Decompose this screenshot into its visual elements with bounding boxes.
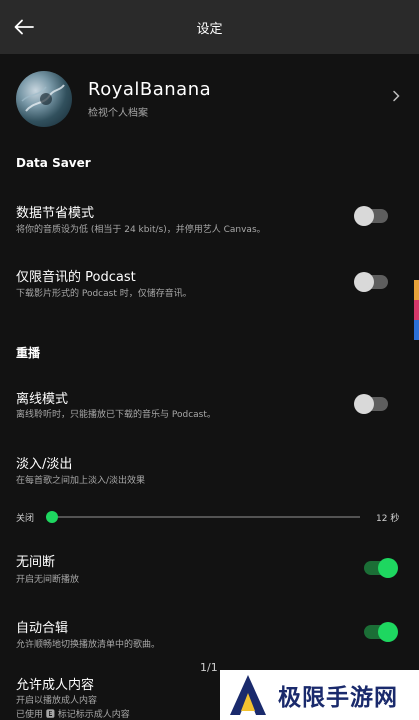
avatar bbox=[16, 71, 72, 127]
crossfade-slider-thumb[interactable] bbox=[46, 511, 58, 523]
audio-only-podcast-title: 仅限音讯的 Podcast bbox=[16, 270, 136, 285]
section-title-data-saver: Data Saver bbox=[16, 156, 91, 170]
offline-mode-toggle[interactable] bbox=[354, 394, 388, 414]
arrow-left-icon bbox=[14, 19, 34, 35]
data-saver-subtitle: 将你的音质设为低 (相当于 24 kbit/s)，并停用艺人 Canvas。 bbox=[16, 225, 266, 235]
back-button[interactable] bbox=[8, 11, 40, 43]
page-indicator: 1/1 bbox=[200, 661, 218, 674]
explicit-title: 允许成人内容 bbox=[16, 678, 95, 693]
section-title-playback: 重播 bbox=[16, 346, 41, 360]
gapless-title: 无间断 bbox=[16, 555, 56, 570]
gapless-subtitle: 开启无间断播放 bbox=[16, 575, 80, 585]
top-bar: 设定 bbox=[0, 0, 419, 54]
gapless-toggle[interactable] bbox=[364, 558, 398, 578]
data-saver-title: 数据节省模式 bbox=[16, 206, 95, 221]
offline-mode-subtitle: 离线聆听时，只能播放已下载的音乐与 Podcast。 bbox=[16, 410, 216, 420]
explicit-subtitle-2: 已使用 🅴 标记标示成人内容 bbox=[16, 710, 130, 720]
data-saver-toggle[interactable] bbox=[354, 206, 388, 226]
crossfade-min-label: 关闭 bbox=[16, 514, 35, 524]
profile-name: RoyalBanana bbox=[88, 79, 212, 100]
explicit-subtitle: 开启以播放成人内容 bbox=[16, 696, 98, 706]
audio-only-podcast-toggle[interactable] bbox=[354, 272, 388, 292]
crossfade-max-label: 12 秒 bbox=[376, 514, 400, 524]
watermark-logo-icon bbox=[230, 675, 266, 715]
audio-only-podcast-subtitle: 下载影片形式的 Podcast 时，仅储存音讯。 bbox=[16, 289, 192, 299]
crossfade-title: 淡入/淡出 bbox=[16, 457, 73, 472]
automix-title: 自动合辑 bbox=[16, 621, 69, 636]
crossfade-slider-track[interactable] bbox=[52, 516, 360, 518]
chevron-right-icon bbox=[393, 90, 400, 102]
automix-subtitle: 允许顺畅地切换播放清单中的歌曲。 bbox=[16, 640, 161, 650]
side-color-strip bbox=[414, 280, 419, 340]
automix-toggle[interactable] bbox=[364, 622, 398, 642]
watermark: 极限手游网 bbox=[220, 670, 419, 720]
profile-row[interactable]: RoyalBanana 检视个人档案 bbox=[16, 70, 404, 128]
offline-mode-title: 离线模式 bbox=[16, 392, 69, 407]
profile-subtitle: 检视个人档案 bbox=[88, 108, 148, 119]
watermark-text: 极限手游网 bbox=[278, 685, 398, 711]
page-title: 设定 bbox=[196, 21, 223, 37]
crossfade-subtitle: 在每首歌之间加上淡入/淡出效果 bbox=[16, 476, 146, 486]
